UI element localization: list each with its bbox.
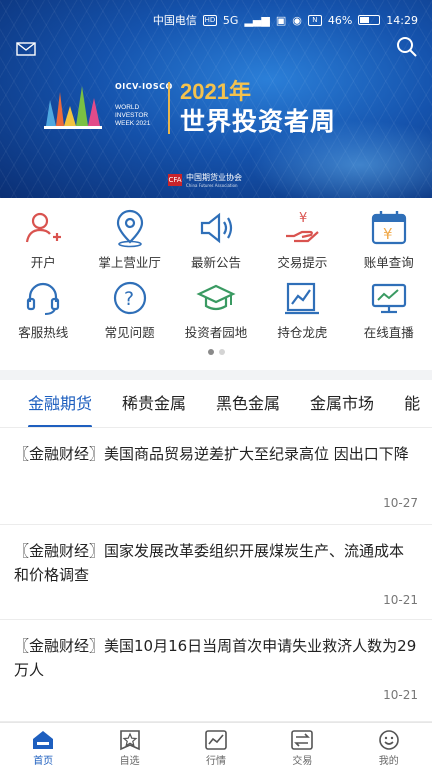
nav-home[interactable]: 首页 (0, 723, 86, 768)
nfc-icon: N (307, 14, 322, 26)
status-bar: 中国电信 HD 5G ▂▄▆ ▣ ◉ N 46% 14:29 (0, 0, 432, 40)
menu-label: 账单查询 (363, 255, 414, 270)
battery-icon (358, 15, 381, 25)
exchange-icon (291, 730, 314, 750)
menu-label: 交易提示 (277, 255, 328, 270)
carrier-name: 中国电信 (152, 14, 197, 27)
menu-label: 在线直播 (363, 325, 414, 340)
signal-bars-icon: ▂▄▆ (244, 13, 270, 27)
news-item[interactable]: 〖金融财经〗美国商品贸易逆差扩大至纪录高位 因出口下降 10-27 (0, 428, 432, 525)
star-icon (119, 730, 140, 751)
news-item[interactable]: 〖金融财经〗国家发展改革委组织开展煤炭生产、流通成本和价格调查 10-21 (0, 525, 432, 620)
signal-5g-icon: 5G (222, 13, 239, 27)
association-mark-icon: CFA (168, 174, 182, 186)
mail-icon[interactable] (16, 42, 36, 56)
iosco-logo-text: OICV-IOSCO (115, 82, 173, 91)
menu-position-ranking[interactable]: 持仓龙虎 (259, 278, 345, 348)
chart-board-icon (285, 282, 320, 315)
nav-label: 首页 (33, 756, 54, 767)
clock-time: 14:29 (386, 13, 418, 27)
nav-label: 行情 (205, 756, 226, 767)
menu-latest-notice[interactable]: 最新公告 (173, 208, 259, 278)
menu-label: 最新公告 (190, 255, 241, 270)
nav-label: 我的 (378, 756, 399, 767)
news-category-tabs: 金融期货 稀贵金属 黑色金属 金属市场 能 (0, 380, 432, 428)
question-icon: ? (113, 281, 146, 315)
hd-icon: HD (202, 14, 217, 26)
smile-icon (378, 730, 399, 750)
tab-metals-market[interactable]: 金属市场 (295, 380, 389, 427)
menu-investor-garden[interactable]: 投资者园地 (173, 278, 259, 348)
menu-label: 投资者园地 (184, 325, 248, 340)
menu-faq[interactable]: ? 常见问题 (86, 278, 172, 348)
association-logo: CFA 中国期货业协会 China Futures Association (168, 172, 242, 188)
menu-trade-tips[interactable]: ¥ 交易提示 (259, 208, 345, 278)
battery-percent: 46% (327, 13, 353, 27)
nav-trade[interactable]: 交易 (259, 723, 345, 768)
event-english-name: WORLD INVESTOR WEEK 2021 (115, 104, 151, 127)
menu-live-stream[interactable]: 在线直播 (346, 278, 432, 348)
association-name-en: China Futures Association (186, 183, 238, 188)
menu-page-indicator[interactable] (0, 349, 432, 355)
tab-precious-metals[interactable]: 稀贵金属 (107, 380, 201, 427)
page-dot-active[interactable] (207, 349, 214, 355)
hand-coin-icon: ¥ (286, 211, 320, 243)
menu-label: 客服热线 (18, 325, 69, 340)
svg-text:¥: ¥ (383, 225, 393, 243)
news-list: 〖金融财经〗美国商品贸易逆差扩大至纪录高位 因出口下降 10-27 〖金融财经〗… (0, 428, 432, 722)
menu-label: 持仓龙虎 (277, 325, 328, 340)
calendar-bill-icon: ¥ (371, 211, 406, 245)
nav-label: 自选 (119, 756, 140, 767)
bottom-nav: 首页 自选 行情 交易 我的 (0, 722, 432, 768)
banner-event-title: 世界投资者周 (180, 107, 337, 136)
menu-label: 掌上营业厅 (98, 255, 161, 270)
news-date: 10-21 (383, 593, 418, 607)
banner-divider (168, 82, 170, 134)
menu-open-account[interactable]: 开户 (0, 208, 86, 278)
news-date: 10-21 (383, 688, 418, 702)
speaker-icon (200, 212, 233, 244)
message-icon: ▣ (275, 13, 287, 27)
tab-ferrous-metals[interactable]: 黑色金属 (201, 380, 295, 427)
trend-chart-icon (205, 730, 227, 750)
svg-text:¥: ¥ (299, 211, 307, 226)
event-banner[interactable]: 中国电信 HD 5G ▂▄▆ ▣ ◉ N 46% 14:29 OICV-IOSC… (0, 0, 432, 198)
menu-bill-query[interactable]: ¥ 账单查询 (346, 208, 432, 278)
news-item[interactable]: 〖金融财经〗美国10月16日当周首次申请失业救济人数为29万人 10-21 (0, 620, 432, 722)
nav-market[interactable]: 行情 (173, 723, 259, 768)
association-name: 中国期货业协会 (186, 173, 242, 182)
news-title: 〖金融财经〗美国商品贸易逆差扩大至纪录高位 因出口下降 (14, 445, 409, 463)
menu-label: 开户 (30, 255, 56, 270)
user-add-icon (26, 212, 62, 243)
search-icon[interactable] (396, 36, 418, 58)
nav-watchlist[interactable]: 自选 (86, 723, 172, 768)
nav-label: 交易 (292, 756, 313, 767)
menu-service-hotline[interactable]: 客服热线 (0, 278, 86, 348)
home-icon (33, 731, 54, 749)
quick-menu: 开户 掌上营业厅 最新公告 ¥ 交易提示 ¥ 账单查询 客服热线 ? 常见问题 … (0, 198, 432, 370)
tab-financial-futures[interactable]: 金融期货 (0, 380, 107, 427)
menu-label: 常见问题 (104, 325, 155, 340)
news-title: 〖金融财经〗国家发展改革委组织开展煤炭生产、流通成本和价格调查 (14, 542, 405, 584)
news-date: 10-27 (383, 496, 418, 510)
location-pin-icon (116, 209, 143, 248)
svg-text:?: ? (124, 288, 134, 310)
news-title: 〖金融财经〗美国10月16日当周首次申请失业救济人数为29万人 (14, 637, 417, 679)
graduation-cap-icon (196, 284, 236, 311)
tab-energy[interactable]: 能 (389, 380, 432, 427)
nav-mine[interactable]: 我的 (346, 723, 432, 768)
monitor-icon (371, 283, 406, 314)
eye-icon: ◉ (292, 13, 302, 27)
page-dot[interactable] (218, 349, 225, 355)
menu-mobile-hall[interactable]: 掌上营业厅 (86, 208, 172, 278)
headset-icon (27, 282, 60, 315)
